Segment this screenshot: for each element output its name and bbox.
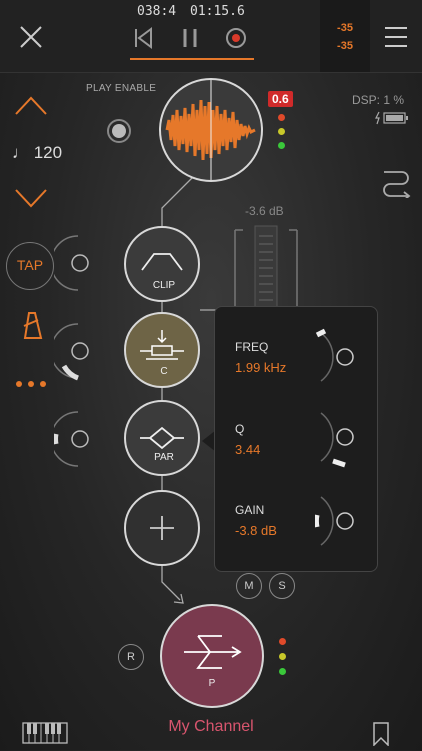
- param-q-value: 3.44: [235, 442, 261, 457]
- param-q-name: Q: [235, 422, 245, 436]
- par-node[interactable]: PAR: [124, 400, 200, 476]
- par-node-label: PAR: [154, 452, 174, 463]
- output-led-yellow: [279, 653, 286, 660]
- add-node-button[interactable]: [124, 490, 200, 566]
- mute-button[interactable]: M: [236, 573, 262, 599]
- dsp-label: DSP: 1 %: [352, 93, 405, 107]
- freq-knob[interactable]: [315, 323, 367, 391]
- solo-button[interactable]: S: [269, 573, 295, 599]
- gain-knob[interactable]: [313, 487, 367, 555]
- clip-node-label: CLIP: [152, 280, 176, 291]
- led-red: [278, 114, 285, 121]
- clip-indicator[interactable]: 0.6: [268, 91, 293, 107]
- param-freq-value: 1.99 kHz: [235, 360, 287, 375]
- led-yellow: [278, 128, 285, 135]
- param-gain-name: GAIN: [235, 503, 265, 517]
- q-knob[interactable]: [315, 403, 367, 471]
- parameter-popup: FREQ 1.99 kHz Q 3.44 GAIN -3.8 dB: [214, 306, 378, 572]
- output-node[interactable]: P: [160, 604, 264, 708]
- output-node-label: P: [208, 678, 216, 689]
- led-green: [278, 142, 285, 149]
- bookmark-icon[interactable]: [372, 722, 390, 747]
- output-led-green: [279, 668, 286, 675]
- waveform-display[interactable]: [159, 78, 263, 182]
- clip-value: 0.6: [272, 92, 289, 106]
- clip-node[interactable]: CLIP: [124, 226, 200, 302]
- routing-icon[interactable]: [382, 164, 412, 201]
- param-freq-name: FREQ: [235, 340, 269, 354]
- param-gain-value: -3.8 dB: [235, 523, 277, 538]
- output-led-red: [279, 638, 286, 645]
- channel-name[interactable]: My Channel: [0, 718, 422, 736]
- record-arm-button[interactable]: R: [118, 644, 144, 670]
- eq-node-label: C: [160, 366, 168, 377]
- fader-db: -3.6 dB: [245, 204, 284, 218]
- battery-icon: [375, 111, 409, 125]
- eq-node[interactable]: C: [124, 312, 200, 388]
